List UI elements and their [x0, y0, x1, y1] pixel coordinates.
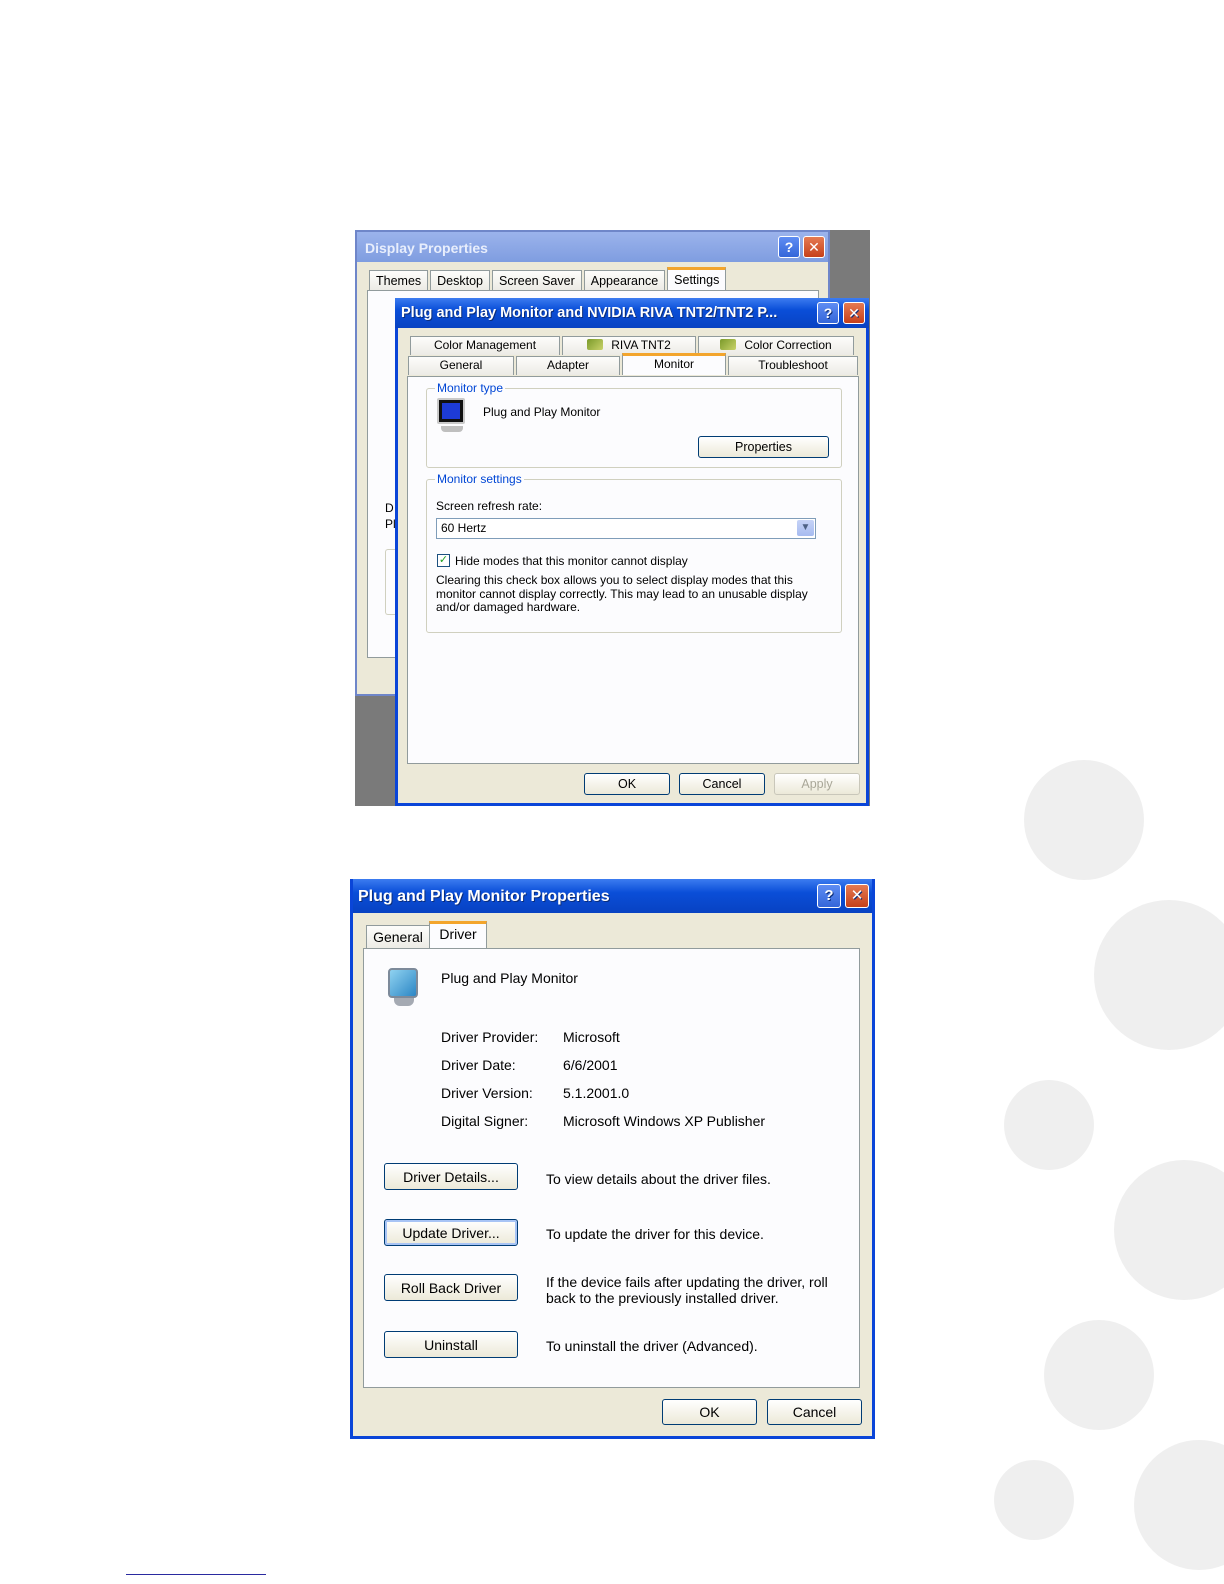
checkmark-icon: ✓: [438, 554, 449, 566]
tab-driver[interactable]: Driver: [429, 921, 487, 949]
help-icon[interactable]: ?: [817, 884, 841, 908]
hide-modes-label[interactable]: Hide modes that this monitor cannot disp…: [455, 554, 688, 568]
uninstall-button[interactable]: Uninstall: [384, 1331, 518, 1358]
tab-troubleshoot[interactable]: Troubleshoot: [728, 356, 858, 375]
monitor-driver-properties-dialog: Plug and Play Monitor Properties ? ✕ Gen…: [350, 879, 875, 1439]
cancel-button[interactable]: Cancel: [767, 1399, 862, 1425]
driver-details-description: To view details about the driver files.: [546, 1171, 771, 1187]
driver-tab-panel: Plug and Play Monitor Driver Provider: M…: [363, 948, 860, 1388]
driver-version-label: Driver Version:: [441, 1085, 533, 1101]
close-icon[interactable]: ✕: [845, 884, 869, 908]
screenshot-monitor-settings: Display Properties ? ✕ Themes Desktop Sc…: [355, 230, 870, 806]
driver-dialog-titlebar: Plug and Play Monitor Properties ? ✕: [353, 879, 872, 913]
hide-modes-warning: Clearing this check box allows you to se…: [436, 573, 808, 614]
driver-provider-label: Driver Provider:: [441, 1029, 539, 1045]
tab-settings[interactable]: Settings: [667, 267, 727, 290]
tab-appearance[interactable]: Appearance: [583, 270, 666, 290]
update-driver-button[interactable]: Update Driver...: [384, 1219, 518, 1246]
refresh-rate-value: 60 Hertz: [441, 521, 487, 535]
tab-desktop[interactable]: Desktop: [430, 270, 491, 290]
monitor-properties-dialog: Plug and Play Monitor and NVIDIA RIVA TN…: [395, 298, 869, 806]
monitor-settings-group: Monitor settings Screen refresh rate: 60…: [426, 472, 842, 633]
tab-adapter[interactable]: Adapter: [516, 356, 620, 375]
driver-version-value: 5.1.2001.0: [563, 1085, 630, 1101]
obscured-text: D: [385, 501, 394, 515]
help-icon[interactable]: ?: [778, 236, 800, 258]
tab-color-management[interactable]: Color Management: [410, 336, 560, 355]
refresh-rate-select[interactable]: 60 Hertz ▼: [436, 518, 816, 539]
background-decoration: [984, 560, 1224, 1584]
monitor-dialog-titlebar: Plug and Play Monitor and NVIDIA RIVA TN…: [395, 298, 869, 328]
close-icon[interactable]: ✕: [803, 236, 825, 258]
window-title: Display Properties: [365, 240, 488, 256]
roll-back-driver-button[interactable]: Roll Back Driver: [384, 1274, 518, 1301]
driver-date-value: 6/6/2001: [563, 1057, 618, 1073]
driver-date-label: Driver Date:: [441, 1057, 516, 1073]
digital-signer-value: Microsoft Windows XP Publisher: [563, 1113, 766, 1129]
tab-screen-saver[interactable]: Screen Saver: [492, 270, 582, 290]
tab-monitor[interactable]: Monitor: [622, 353, 726, 375]
refresh-rate-label: Screen refresh rate:: [436, 499, 543, 513]
group-legend: Monitor settings: [435, 472, 524, 486]
monitor-type-group: Monitor type Plug and Play Monitor Prope…: [426, 381, 842, 468]
help-icon[interactable]: ?: [817, 302, 839, 324]
update-driver-description: To update the driver for this device.: [546, 1226, 764, 1242]
nvidia-icon: [720, 339, 737, 350]
monitor-icon: [437, 398, 465, 432]
apply-button[interactable]: Apply: [774, 773, 860, 795]
device-name: Plug and Play Monitor: [441, 970, 578, 986]
digital-signer-label: Digital Signer:: [441, 1113, 529, 1129]
cancel-button[interactable]: Cancel: [679, 773, 765, 795]
monitor-tab-panel: Monitor type Plug and Play Monitor Prope…: [407, 376, 859, 764]
window-title: Plug and Play Monitor and NVIDIA RIVA TN…: [401, 305, 778, 321]
window-title: Plug and Play Monitor Properties: [358, 888, 610, 905]
ok-button[interactable]: OK: [584, 773, 670, 795]
monitor-icon: [388, 968, 418, 1006]
tab-general[interactable]: General: [366, 925, 430, 949]
tab-themes[interactable]: Themes: [369, 270, 429, 290]
hide-modes-checkbox[interactable]: ✓: [437, 554, 450, 567]
footer-rule: [126, 1574, 266, 1575]
chevron-down-icon[interactable]: ▼: [797, 520, 814, 536]
properties-button[interactable]: Properties: [698, 436, 829, 458]
driver-details-button[interactable]: Driver Details...: [384, 1163, 518, 1190]
roll-back-driver-description: If the device fails after updating the d…: [546, 1274, 828, 1306]
tab-row-bottom: General Adapter Monitor Troubleshoot: [408, 353, 858, 375]
close-icon[interactable]: ✕: [843, 302, 865, 324]
monitor-name: Plug and Play Monitor: [483, 405, 601, 419]
ok-button[interactable]: OK: [662, 1399, 757, 1425]
driver-provider-value: Microsoft: [563, 1029, 620, 1045]
uninstall-description: To uninstall the driver (Advanced).: [546, 1338, 758, 1354]
display-properties-tabs: Themes Desktop Screen Saver Appearance S…: [369, 267, 727, 290]
tab-general[interactable]: General: [408, 356, 514, 375]
display-properties-titlebar: Display Properties ? ✕: [357, 232, 828, 262]
group-legend: Monitor type: [435, 381, 506, 395]
nvidia-icon: [587, 339, 604, 350]
